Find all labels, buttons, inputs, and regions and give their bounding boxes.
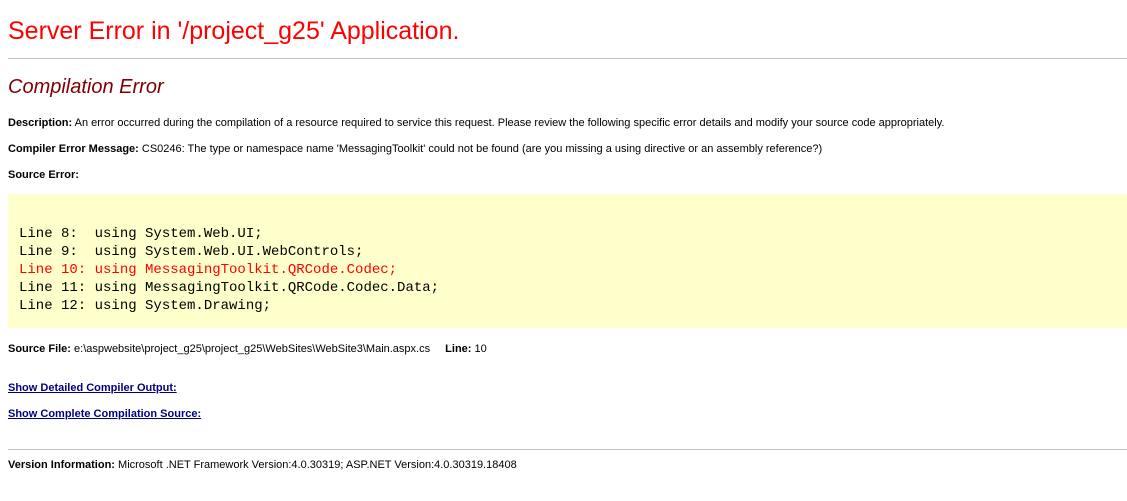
code-line: Line 11: using MessagingToolkit.QRCode.C… <box>19 280 440 296</box>
compiler-error-label: Compiler Error Message: <box>8 143 139 155</box>
code-line-error: Line 10: using MessagingToolkit.QRCode.C… <box>19 262 398 278</box>
description-label: Description: <box>8 117 73 129</box>
version-text: Microsoft .NET Framework Version:4.0.303… <box>118 459 517 471</box>
page-subtitle: Compilation Error <box>8 76 164 98</box>
source-file-path: e:\aspwebsite\project_g25\project_g25\We… <box>74 343 431 355</box>
compiler-error-row: Compiler Error Message: CS0246: The type… <box>8 142 1119 156</box>
show-detailed-compiler-output-link[interactable]: Show Detailed Compiler Output: <box>8 382 177 394</box>
version-label: Version Information: <box>8 459 115 471</box>
source-file-row: Source File: e:\aspwebsite\project_g25\p… <box>8 342 1119 356</box>
line-label: Line: <box>445 343 472 355</box>
error-page: Server Error in '/project_g25' Applicati… <box>0 0 1127 472</box>
source-error-row: Source Error: <box>8 168 1119 182</box>
show-complete-compilation-source-link[interactable]: Show Complete Compilation Source: <box>8 408 201 420</box>
code-line: Line 9: using System.Web.UI.WebControls; <box>19 244 364 260</box>
source-error-label: Source Error: <box>8 169 79 181</box>
complete-source-row: Show Complete Compilation Source: <box>8 407 1119 421</box>
source-code-block: Line 8: using System.Web.UI; Line 9: usin… <box>8 194 1127 328</box>
code-line: Line 8: using System.Web.UI; <box>19 226 263 242</box>
page-title: Server Error in '/project_g25' Applicati… <box>8 17 460 45</box>
description-text: An error occurred during the compilation… <box>74 117 945 129</box>
compiler-error-text: CS0246: The type or namespace name 'Mess… <box>141 143 823 155</box>
detailed-output-row: Show Detailed Compiler Output: <box>8 381 1119 395</box>
source-file-label: Source File: <box>8 343 71 355</box>
description-row: Description: An error occurred during th… <box>8 116 1119 130</box>
footer-divider <box>8 449 1127 450</box>
line-value: 10 <box>474 343 487 355</box>
title-divider <box>8 58 1127 59</box>
version-row: Version Information: Microsoft .NET Fram… <box>8 458 1119 472</box>
code-line: Line 12: using System.Drawing; <box>19 298 272 314</box>
